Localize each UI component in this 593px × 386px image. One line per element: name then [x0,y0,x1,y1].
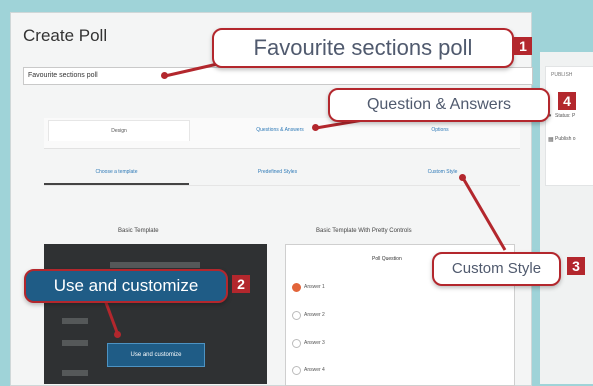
callout-4-number: 4 [558,92,576,110]
callout-3-number: 3 [567,257,585,275]
callout-1-pin [161,72,168,79]
callout-1-text: Favourite sections poll [253,35,473,60]
callout-2-text: Use and customize [53,276,199,295]
callout-3: Custom Style [432,252,561,286]
callout-3-text: Custom Style [451,260,542,277]
callout-1-number: 1 [514,37,532,55]
callout-4-pin [312,124,319,131]
callout-1: Favourite sections poll [212,28,514,68]
callout-4: Question & Answers [328,88,550,122]
callout-4-text: Question & Answers [366,96,512,113]
callout-2-pin [114,331,121,338]
callout-3-pin [459,174,466,181]
callout-2: Use and customize [24,269,228,303]
callout-2-number: 2 [232,275,250,293]
